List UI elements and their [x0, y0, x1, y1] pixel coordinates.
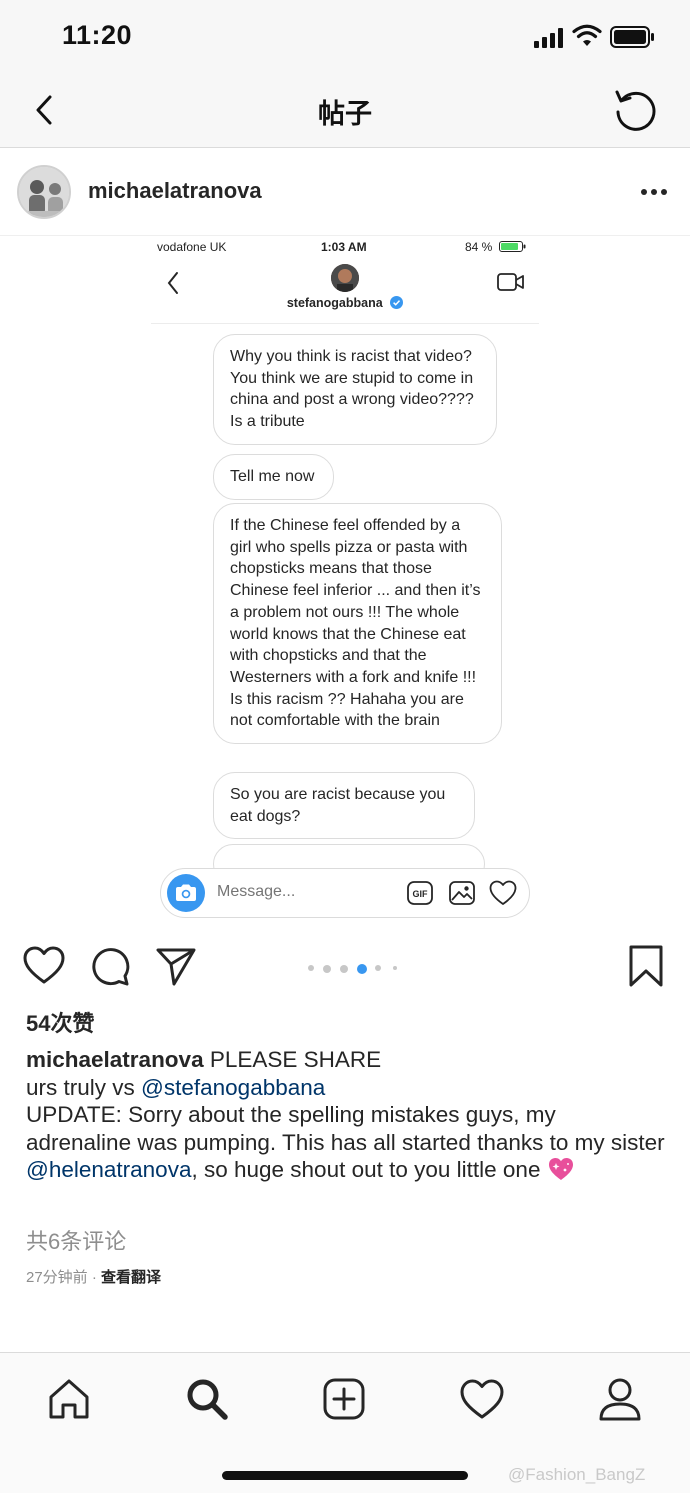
see-translation-link[interactable]: 查看翻译: [101, 1269, 161, 1286]
carousel-dot: [375, 965, 381, 971]
verified-badge-icon: [390, 296, 404, 309]
share-button[interactable]: [154, 944, 198, 988]
bottom-tab-bar: @Fashion_BangZ: [0, 1352, 690, 1493]
heart-icon: [489, 880, 517, 905]
home-indicator: [222, 1471, 468, 1480]
signal-icon: [534, 28, 563, 48]
camera-icon: [176, 884, 196, 901]
post-timestamp: 27分钟前: [26, 1269, 88, 1286]
page-title: 帖子: [318, 99, 372, 129]
message-composer: GIF: [160, 868, 530, 918]
message-bubble: So you are racist because you eat dogs?: [213, 772, 475, 840]
message-bubble: If the Chinese feel offended by a girl w…: [213, 503, 502, 745]
inner-contact-avatar: [331, 264, 359, 292]
inner-battery-icon: [499, 241, 526, 252]
meta-separator: ·: [87, 1269, 102, 1286]
caption-line-2: urs truly vs @stefanogabbana: [26, 1074, 666, 1102]
refresh-button[interactable]: [612, 86, 660, 134]
video-call-icon: [497, 273, 524, 291]
message-bubble: Tell me now: [213, 454, 334, 500]
mention-link[interactable]: @stefanogabbana: [141, 1075, 325, 1100]
likes-count[interactable]: 54次赞: [26, 1006, 94, 1038]
avatar-photo: [19, 167, 69, 217]
inner-carrier: vodafone UK: [157, 240, 227, 254]
post-username[interactable]: michaelatranova: [88, 178, 262, 204]
more-options-icon[interactable]: [636, 182, 672, 202]
view-comments-link[interactable]: 共6条评论: [26, 1224, 126, 1256]
gif-label: GIF: [413, 889, 429, 899]
comment-button[interactable]: [88, 944, 132, 988]
post-caption: michaelatranova PLEASE SHARE urs truly v…: [26, 1046, 666, 1184]
camera-button: [167, 874, 205, 912]
caption-line-1: michaelatranova PLEASE SHARE: [26, 1046, 666, 1074]
inner-chevron-left-icon: [167, 272, 178, 294]
like-button[interactable]: [22, 944, 66, 988]
home-icon[interactable]: [45, 1375, 93, 1423]
post-action-bar: [0, 930, 690, 1006]
carousel-dot: [308, 965, 314, 971]
inner-chat-header: stefanogabbana: [151, 258, 539, 324]
status-time: 11:20: [62, 20, 133, 50]
gif-icon: GIF: [407, 881, 433, 905]
inner-battery-percent: 84 %: [465, 240, 493, 254]
carousel-dot: [340, 965, 348, 973]
caption-username[interactable]: michaelatranova: [26, 1047, 204, 1072]
watermark: @Fashion_BangZ: [508, 1465, 646, 1484]
post-meta: 27分钟前 · 查看翻译: [26, 1266, 161, 1287]
image-icon: [449, 881, 475, 905]
inner-avatar-photo: [331, 264, 359, 292]
inner-contact-name-text: stefanogabbana: [286, 296, 383, 310]
new-post-icon[interactable]: [320, 1375, 368, 1423]
search-icon[interactable]: [183, 1375, 231, 1423]
post-header: michaelatranova: [0, 148, 690, 236]
carousel-dot-active: [357, 964, 367, 974]
mention-link[interactable]: @helenatranova: [26, 1157, 191, 1182]
inner-status-bar: vodafone UK 1:03 AM 84 %: [151, 236, 539, 258]
message-input: [217, 883, 397, 901]
inner-time: 1:03 AM: [321, 240, 367, 254]
sparkling-heart-icon: [548, 1158, 573, 1180]
nav-header: 帖子: [0, 74, 690, 148]
carousel-dot: [323, 965, 331, 973]
avatar[interactable]: [17, 165, 71, 219]
caption-text: , so huge shout out to you little one: [191, 1157, 547, 1182]
wifi-icon: [572, 24, 602, 46]
carousel-dot: [393, 966, 397, 970]
inner-contact-name: stefanogabbana: [151, 296, 539, 310]
carousel-indicator: [306, 962, 406, 974]
status-bar: 11:20: [0, 0, 690, 74]
battery-icon: [610, 26, 654, 48]
activity-heart-icon[interactable]: [458, 1375, 506, 1423]
caption-text: PLEASE SHARE: [203, 1047, 382, 1072]
profile-icon[interactable]: [596, 1375, 644, 1423]
post-image: vodafone UK 1:03 AM 84 % stefanogabbana: [0, 236, 690, 930]
caption-line-3: UPDATE: Sorry about the spelling mistake…: [26, 1101, 666, 1184]
message-bubble: Why you think is racist that video? You …: [213, 334, 497, 445]
caption-text: UPDATE: Sorry about the spelling mistake…: [26, 1102, 665, 1155]
caption-text: urs truly vs: [26, 1074, 142, 1100]
save-button[interactable]: [624, 944, 668, 988]
